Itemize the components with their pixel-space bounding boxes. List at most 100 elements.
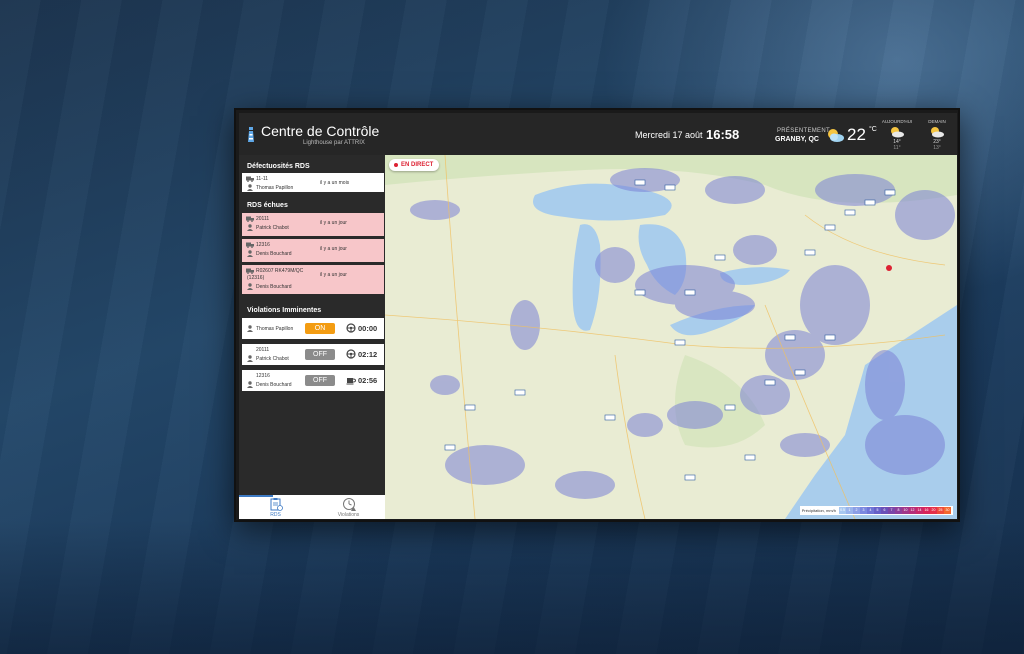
current-time: 16:58 xyxy=(706,127,740,142)
person-icon xyxy=(247,283,253,290)
legend-cell: 4 xyxy=(867,507,874,514)
bottom-tabs: RDS Violations xyxy=(239,495,385,519)
current-date: Mercredi 17 août xyxy=(635,130,703,140)
legend-cell: 1 xyxy=(846,507,853,514)
tab-rds[interactable]: RDS xyxy=(239,495,312,519)
tab-violations[interactable]: Violations xyxy=(312,495,385,519)
precipitation-legend: Précipitation, mm/h 0.5 1 2 3 4 5 6 7 8 … xyxy=(799,506,953,515)
steering-wheel-icon xyxy=(346,323,356,333)
lighthouse-icon xyxy=(248,127,254,142)
expired-heading: RDS échues xyxy=(247,202,288,209)
truck-icon xyxy=(246,242,254,248)
dashboard-screen: Centre de Contrôle Lighthouse par ATTRIX… xyxy=(239,113,957,519)
tab-label: Violations xyxy=(337,512,360,518)
unit-number: 11-11 xyxy=(256,176,269,182)
legend-cell: 6 xyxy=(881,507,888,514)
live-badge[interactable]: EN DIRECT xyxy=(389,159,440,171)
unit-number: 20111 xyxy=(256,216,270,222)
legend-cell: 5 xyxy=(874,507,881,514)
person-icon xyxy=(247,381,253,388)
legend-cell: 10 xyxy=(902,507,909,514)
duty-status-off-button[interactable]: OFF xyxy=(305,349,335,360)
violation-item[interactable]: Thomas Papillon ON 00:00 xyxy=(242,318,384,339)
legend-cell: 30 xyxy=(944,507,951,514)
driver-name: Patrick Chabot xyxy=(256,356,289,362)
driver-name: Thomas Papillon xyxy=(256,326,294,332)
app-subtitle: Lighthouse par ATTRIX xyxy=(303,140,365,146)
partly-cloudy-icon xyxy=(828,129,844,142)
weather-map[interactable]: EN DIRECT Précipitation, mm/h 0.5 1 2 3 … xyxy=(385,155,957,519)
driver-name: Thomas Papillon xyxy=(256,185,294,191)
legend-cell: 2 xyxy=(853,507,860,514)
partly-cloudy-icon xyxy=(891,127,904,138)
time-ago: il y a un jour xyxy=(320,220,347,226)
legend-cell: 14 xyxy=(916,507,923,514)
background-shade xyxy=(0,520,1024,654)
tab-label: RDS xyxy=(270,512,281,518)
expired-item[interactable]: 20111 Patrick Chabot il y a un jour xyxy=(242,213,384,236)
violation-item[interactable]: 12316 Denis Bouchard OFF 02:56 xyxy=(242,370,384,391)
legend-cell: 12 xyxy=(909,507,916,514)
expired-item[interactable]: 12316 Denis Bouchard il y a un jour xyxy=(242,239,384,262)
violations-heading: Violations Imminentes xyxy=(247,307,322,314)
unit-number-secondary: (12316) xyxy=(247,275,265,281)
violation-item[interactable]: 20111 Patrick Chabot OFF 02:12 xyxy=(242,344,384,365)
monitor-frame: Centre de Contrôle Lighthouse par ATTRIX… xyxy=(234,108,960,522)
time-ago: il y a un jour xyxy=(320,246,347,252)
legend-cell: 8 xyxy=(895,507,902,514)
forecast-tomorrow: DEMAIN 23° 13° xyxy=(919,119,955,151)
person-icon xyxy=(247,184,253,191)
unit-number: 20111 xyxy=(256,347,270,353)
legend-cell: 20 xyxy=(930,507,937,514)
remaining-time: 02:12 xyxy=(358,350,378,359)
defect-item[interactable]: 11-11 Thomas Papillon il y a un mois xyxy=(242,173,384,192)
forecast-low: 13° xyxy=(933,145,941,151)
steering-wheel-icon xyxy=(346,349,356,359)
unit-number: R02607 RK479M/QC xyxy=(256,268,304,274)
forecast-today: AUJOURD'HUI 14° 11° xyxy=(879,119,915,151)
forecast-label: AUJOURD'HUI xyxy=(881,119,913,124)
weather-city: GRANBY, QC xyxy=(775,136,819,143)
live-label: EN DIRECT xyxy=(401,162,434,168)
app-title: Centre de Contrôle xyxy=(261,123,380,139)
person-icon xyxy=(247,224,253,231)
defects-heading: Défectuosités RDS xyxy=(247,163,310,170)
person-icon xyxy=(247,250,253,257)
time-ago: il y a un mois xyxy=(320,180,350,186)
legend-cell: 25 xyxy=(937,507,944,514)
legend-title: Précipitation, mm/h xyxy=(801,508,836,513)
time-ago: il y a un jour xyxy=(320,272,347,278)
driver-name: Denis Bouchard xyxy=(256,382,292,388)
driver-name: Denis Bouchard xyxy=(256,284,292,290)
person-icon xyxy=(247,325,253,332)
map-canvas[interactable] xyxy=(385,155,957,519)
driver-name: Denis Bouchard xyxy=(256,251,292,257)
remaining-time: 00:00 xyxy=(358,324,378,333)
legend-cell: 3 xyxy=(860,507,867,514)
forecast-label: DEMAIN xyxy=(928,119,946,124)
sidebar: Défectuosités RDS 11-11 Thomas Papillon … xyxy=(239,155,385,519)
top-bar: Centre de Contrôle Lighthouse par ATTRIX… xyxy=(239,113,957,155)
duty-status-off-button[interactable]: OFF xyxy=(305,375,335,386)
legend-cell: 0.5 xyxy=(839,507,846,514)
weather-now-label: PRÉSENTEMENT xyxy=(777,128,830,134)
coffee-cup-icon xyxy=(346,378,356,385)
clock-warning-icon xyxy=(342,498,356,511)
weather-temperature: 22 xyxy=(847,125,866,144)
unit-number: 12316 xyxy=(256,242,270,248)
legend-cell: 16 xyxy=(923,507,930,514)
partly-cloudy-icon xyxy=(931,127,944,138)
unit-number: 12316 xyxy=(256,373,270,379)
weather-unit: °C xyxy=(869,126,877,133)
expired-item[interactable]: R02607 RK479M/QC (12316) Denis Bouchard … xyxy=(242,265,384,294)
truck-icon xyxy=(246,268,254,274)
forecast-low: 11° xyxy=(893,145,901,151)
legend-cell: 7 xyxy=(888,507,895,514)
duty-status-on-button[interactable]: ON xyxy=(305,323,335,334)
truck-icon xyxy=(246,216,254,222)
driver-name: Patrick Chabot xyxy=(256,225,289,231)
clipboard-icon xyxy=(270,498,283,511)
person-icon xyxy=(247,355,253,362)
live-dot-icon xyxy=(394,163,398,167)
remaining-time: 02:56 xyxy=(358,376,378,385)
